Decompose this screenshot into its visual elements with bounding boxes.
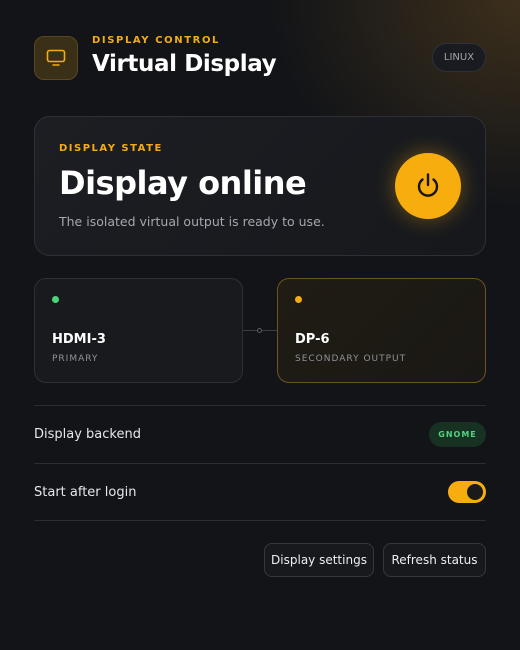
output-role: SECONDARY OUTPUT xyxy=(295,354,407,364)
output-card-primary[interactable]: HDMI-3 PRIMARY xyxy=(34,278,243,383)
toggle-knob xyxy=(467,484,483,500)
backend-label: Display backend xyxy=(34,427,141,442)
display-settings-button[interactable]: Display settings xyxy=(264,543,374,577)
output-link-node xyxy=(257,328,262,333)
app-icon xyxy=(34,36,78,80)
output-name: DP-6 xyxy=(295,332,330,347)
divider xyxy=(34,405,486,406)
power-icon xyxy=(417,173,439,197)
state-description: The isolated virtual output is ready to … xyxy=(59,214,325,229)
backend-badge: GNOME xyxy=(429,422,486,447)
autostart-label: Start after login xyxy=(34,485,137,500)
status-dot xyxy=(52,296,59,303)
output-card-secondary[interactable]: DP-6 SECONDARY OUTPUT xyxy=(277,278,486,383)
state-title: Display online xyxy=(59,164,307,202)
state-eyebrow: DISPLAY STATE xyxy=(59,143,163,154)
output-name: HDMI-3 xyxy=(52,332,106,347)
power-button[interactable] xyxy=(395,153,461,219)
divider xyxy=(34,520,486,521)
status-dot xyxy=(295,296,302,303)
os-badge: LINUX xyxy=(432,43,486,72)
output-role: PRIMARY xyxy=(52,354,99,364)
app-eyebrow: DISPLAY CONTROL xyxy=(92,35,221,46)
display-state-card: DISPLAY STATE Display online The isolate… xyxy=(34,116,486,256)
app-title: Virtual Display xyxy=(92,51,277,77)
refresh-status-button[interactable]: Refresh status xyxy=(383,543,486,577)
divider xyxy=(34,463,486,464)
monitor-icon xyxy=(46,49,66,66)
autostart-toggle[interactable] xyxy=(448,481,486,503)
